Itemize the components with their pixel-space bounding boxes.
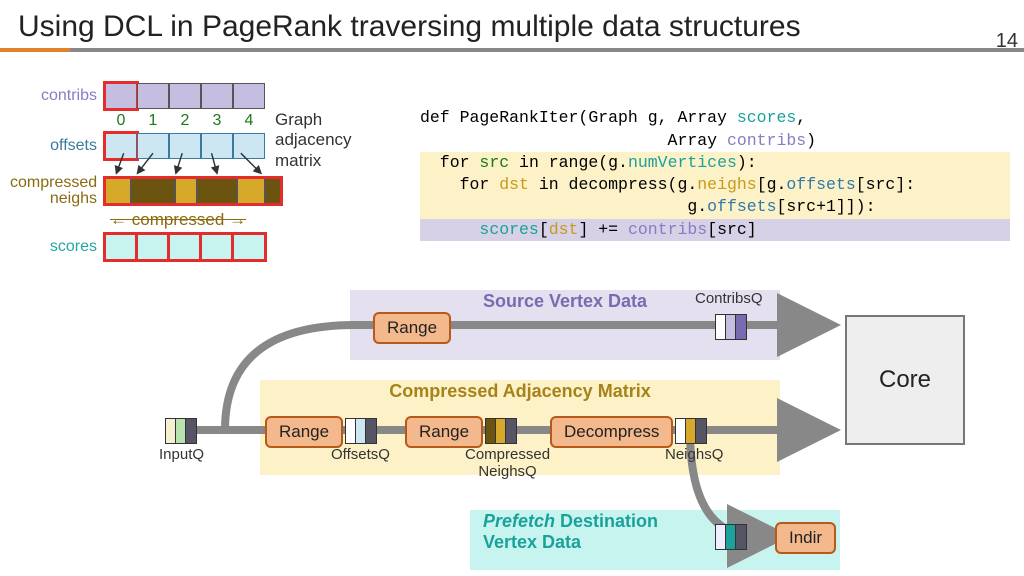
compressed-arrow-label: ← compressed →	[110, 210, 360, 230]
band-adj-matrix-title: Compressed Adjacency Matrix	[261, 381, 779, 402]
left-diagram: contribs 01234 offsets compressed neighs…	[10, 80, 360, 263]
range-box-1: Range	[265, 416, 343, 448]
offsets-queue	[345, 418, 377, 444]
comp-neighs-queue	[485, 418, 517, 444]
offsets-array	[105, 133, 265, 159]
core-box: Core	[845, 315, 965, 445]
graph-adj-label: Graph adjacency matrix	[275, 110, 352, 171]
input-queue	[165, 418, 197, 444]
contribs-array	[105, 83, 265, 109]
contribsq-label: ContribsQ	[695, 290, 763, 307]
neighs-label: compressed neighs	[10, 175, 105, 207]
range-box-2: Range	[405, 416, 483, 448]
page-number: 14	[996, 30, 1018, 53]
contribs-label: contribs	[10, 87, 105, 105]
code-block: def PageRankIter(Graph g, Array scores, …	[420, 85, 1010, 241]
range-box-upper: Range	[373, 312, 451, 344]
compneighsq-label: Compressed NeighsQ	[465, 446, 550, 480]
slide-title: Using DCL in PageRank traversing multipl…	[0, 0, 1024, 48]
pipeline-diagram: Source Vertex Data Compressed Adjacency …	[135, 290, 1015, 570]
contribs-queue	[715, 314, 747, 340]
offsets-label: offsets	[10, 137, 105, 155]
scores-label: scores	[10, 238, 105, 256]
neighs-array	[105, 178, 281, 204]
indir-box: Indir	[775, 522, 836, 554]
inputq-label: InputQ	[159, 446, 204, 463]
dest-queue	[715, 524, 747, 550]
decompress-box: Decompress	[550, 416, 673, 448]
offsetsq-label: OffsetsQ	[331, 446, 390, 463]
scores-array	[105, 234, 265, 260]
title-divider	[0, 48, 1024, 52]
neighsq-label: NeighsQ	[665, 446, 723, 463]
neighs-queue	[675, 418, 707, 444]
